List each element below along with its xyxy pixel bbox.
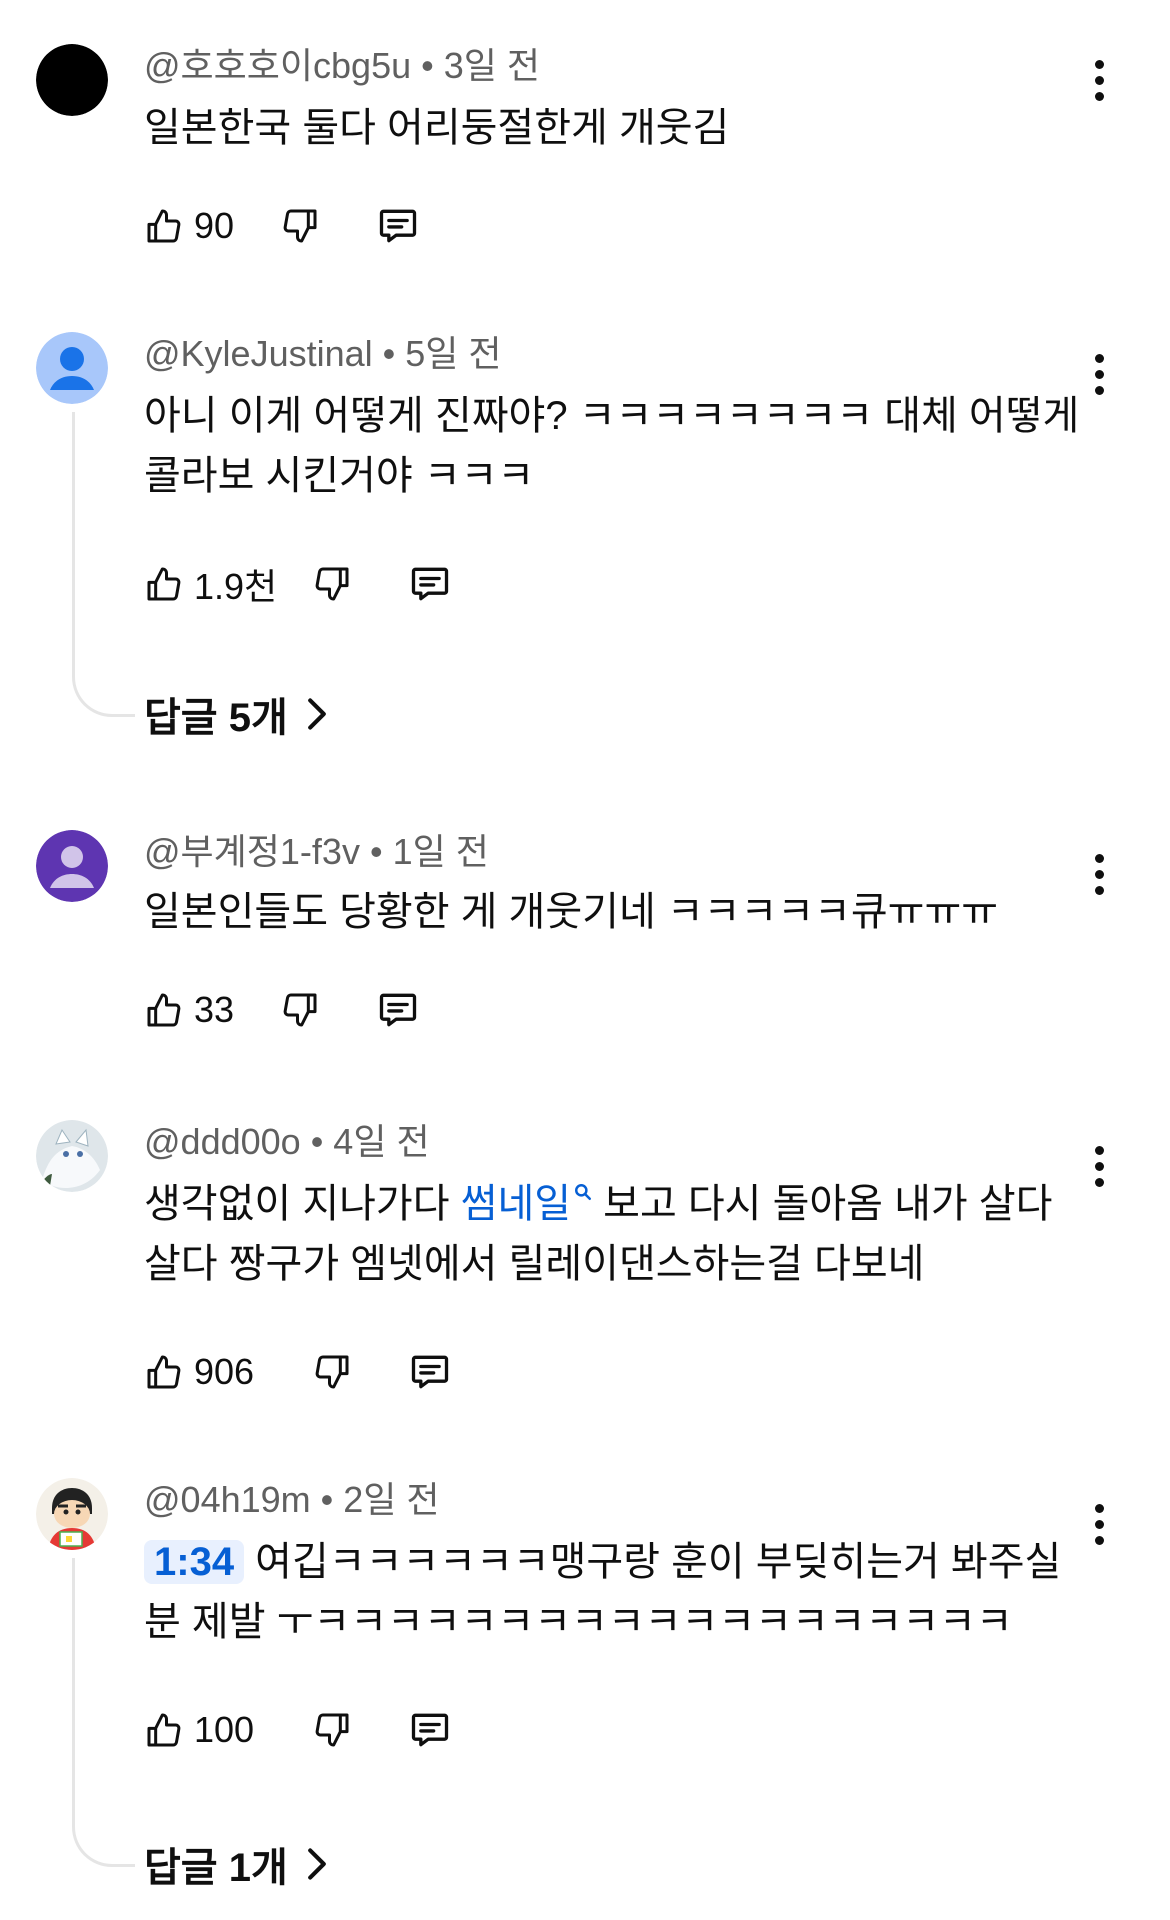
thumbs-up-icon	[147, 209, 181, 243]
comment-icon	[411, 567, 449, 601]
replies-label: 답글 5개	[144, 696, 288, 740]
thumbs-down-icon	[315, 1355, 349, 1389]
thumbs-down-icon	[283, 209, 317, 243]
like-button[interactable]: 1.9천	[144, 554, 277, 614]
comment-actions: 906	[144, 1342, 744, 1402]
comment: @호호호이cbg5u • 3일 전 일본한국 둘다 어리둥절한게 개웃김 90	[0, 40, 1170, 246]
reply-button[interactable]	[376, 196, 420, 256]
comment-actions: 90	[144, 196, 744, 256]
thumbs-down-icon	[283, 993, 317, 1027]
thumbs-down-icon	[315, 1713, 349, 1747]
reply-button[interactable]	[408, 1342, 452, 1402]
thumbs-up-icon	[147, 1713, 181, 1747]
comment-time: 2일 전	[343, 1479, 440, 1520]
comment-author[interactable]: @호호호이cbg5u	[144, 45, 411, 86]
chevron-right-icon	[307, 1848, 326, 1880]
avatar[interactable]	[36, 1120, 108, 1192]
comment-line: 일본인들도 당황한 게 개웃기네 ㅋㅋㅋㅋㅋ큐ㅠㅠㅠ	[144, 890, 999, 934]
comment-time: 3일 전	[443, 45, 540, 86]
comment: @부계정1-f3v • 1일 전 일본인들도 당황한 게 개웃기네 ㅋㅋㅋㅋㅋ큐ㅠㅠ…	[0, 826, 1170, 1056]
comment-time: 5일 전	[405, 333, 502, 374]
avatar[interactable]	[36, 332, 108, 404]
comment-icon	[379, 209, 417, 243]
dislike-button[interactable]	[280, 196, 320, 256]
dislike-button[interactable]	[280, 980, 320, 1040]
comment: @04h19m • 2일 전 1:34 여깁ㅋㅋㅋㅋㅋㅋ맹구랑 훈이 부딪히는거 봐…	[0, 1474, 1170, 1904]
reply-button[interactable]	[408, 1700, 452, 1760]
comment-line: 생각없이 지나가다 썸네일 보고 다시 돌아옴 내가 살다	[144, 1174, 1084, 1234]
thumbs-down-icon	[315, 567, 349, 601]
comment-author[interactable]: @ddd00o	[144, 1121, 301, 1162]
thumbs-up-icon	[147, 993, 181, 1027]
timestamp-link[interactable]: 1:34	[144, 1540, 245, 1584]
comment-meta: @KyleJustinal • 5일 전	[144, 332, 502, 376]
comment-meta: @04h19m • 2일 전	[144, 1478, 440, 1522]
comment-text: 1:34 여깁ㅋㅋㅋㅋㅋㅋ맹구랑 훈이 부딪히는거 봐주실 분 제발 ㅜㅋㅋㅋㅋ…	[144, 1532, 1084, 1652]
reply-thread-line	[72, 1558, 135, 1867]
comment-line: 살다 짱구가 엠넷에서 릴레이댄스하는걸 다보네	[144, 1242, 925, 1286]
comment-text: 아니 이게 어떻게 진짜야? ㅋㅋㅋㅋㅋㅋㅋㅋ 대체 어떻게 콜라보 시킨거야 …	[144, 386, 1084, 506]
comment-icon	[411, 1713, 449, 1747]
comment-actions: 100	[144, 1700, 744, 1760]
like-button[interactable]: 906	[144, 1342, 254, 1402]
comment-meta: @부계정1-f3v • 1일 전	[144, 830, 489, 874]
like-count: 100	[194, 1709, 255, 1750]
dislike-button[interactable]	[312, 1700, 352, 1760]
view-replies-button[interactable]: 답글 1개	[144, 1834, 328, 1894]
replies-label: 답글 1개	[144, 1846, 288, 1890]
comment-line: 분 제발 ㅜㅋㅋㅋㅋㅋㅋㅋㅋㅋㅋㅋㅋㅋㅋㅋㅋㅋㅋㅋ	[144, 1600, 1013, 1644]
comment-text-segment: 여깁ㅋㅋㅋㅋㅋㅋ맹구랑 훈이 부딪히는거 봐주실	[244, 1540, 1062, 1584]
separator-dot: •	[369, 831, 383, 872]
like-count: 33	[194, 989, 235, 1030]
thumbs-up-icon	[147, 567, 181, 601]
comment-time: 1일 전	[392, 831, 489, 872]
like-button[interactable]: 90	[144, 196, 234, 256]
comment-text: 일본인들도 당황한 게 개웃기네 ㅋㅋㅋㅋㅋ큐ㅠㅠㅠ	[144, 882, 1084, 942]
comment: @ddd00o • 4일 전 생각없이 지나가다 썸네일 보고 다시 돌아옴 내가 …	[0, 1116, 1170, 1396]
comment-text-segment: 보고 다시 돌아옴 내가 살다	[592, 1182, 1053, 1226]
like-count: 90	[194, 205, 235, 246]
view-replies-button[interactable]: 답글 5개	[144, 684, 328, 744]
comment-actions: 33	[144, 980, 744, 1040]
comment-time: 4일 전	[333, 1121, 430, 1162]
like-count: 1.9천	[194, 566, 278, 607]
comment-line: 일본한국 둘다 어리둥절한게 개웃김	[144, 106, 730, 150]
comment-line: 1:34 여깁ㅋㅋㅋㅋㅋㅋ맹구랑 훈이 부딪히는거 봐주실	[144, 1532, 1084, 1592]
thumbs-up-icon	[147, 1355, 181, 1389]
dislike-button[interactable]	[312, 1342, 352, 1402]
separator-dot: •	[382, 333, 396, 374]
comment-text-segment: 생각없이 지나가다	[144, 1182, 461, 1226]
comment-author[interactable]: @04h19m	[144, 1479, 311, 1520]
search-link[interactable]: 썸네일	[461, 1182, 592, 1226]
dislike-button[interactable]	[312, 554, 352, 614]
avatar[interactable]	[36, 1478, 108, 1550]
reply-button[interactable]	[408, 554, 452, 614]
like-button[interactable]: 100	[144, 1700, 254, 1760]
avatar[interactable]	[36, 830, 108, 902]
comment: @KyleJustinal • 5일 전 아니 이게 어떻게 진짜야? ㅋㅋㅋㅋㅋㅋ…	[0, 328, 1170, 748]
search-link-label: 썸네일	[460, 1182, 572, 1226]
search-icon	[575, 1184, 592, 1200]
comment-icon	[411, 1355, 449, 1389]
separator-dot: •	[310, 1121, 324, 1162]
comment-icon	[379, 993, 417, 1027]
comment-line: 콜라보 시킨거야 ㅋㅋㅋ	[144, 454, 535, 498]
like-button[interactable]: 33	[144, 980, 234, 1040]
comment-author[interactable]: @KyleJustinal	[144, 333, 373, 374]
comment-text: 일본한국 둘다 어리둥절한게 개웃김	[144, 98, 1084, 158]
separator-dot: •	[320, 1479, 334, 1520]
comment-actions: 1.9천	[144, 554, 744, 614]
chevron-right-icon	[307, 698, 326, 730]
comment-text: 생각없이 지나가다 썸네일 보고 다시 돌아옴 내가 살다 살다 짱구가 엠넷에…	[144, 1174, 1084, 1294]
comment-author[interactable]: @부계정1-f3v	[144, 831, 360, 872]
comment-meta: @호호호이cbg5u • 3일 전	[144, 44, 540, 88]
separator-dot: •	[421, 45, 434, 86]
comment-line: 아니 이게 어떻게 진짜야? ㅋㅋㅋㅋㅋㅋㅋㅋ 대체 어떻게	[144, 394, 1080, 438]
avatar[interactable]	[36, 44, 108, 116]
reply-button[interactable]	[376, 980, 420, 1040]
comment-meta: @ddd00o • 4일 전	[144, 1120, 430, 1164]
reply-thread-line	[72, 412, 135, 717]
like-count: 906	[194, 1351, 255, 1392]
